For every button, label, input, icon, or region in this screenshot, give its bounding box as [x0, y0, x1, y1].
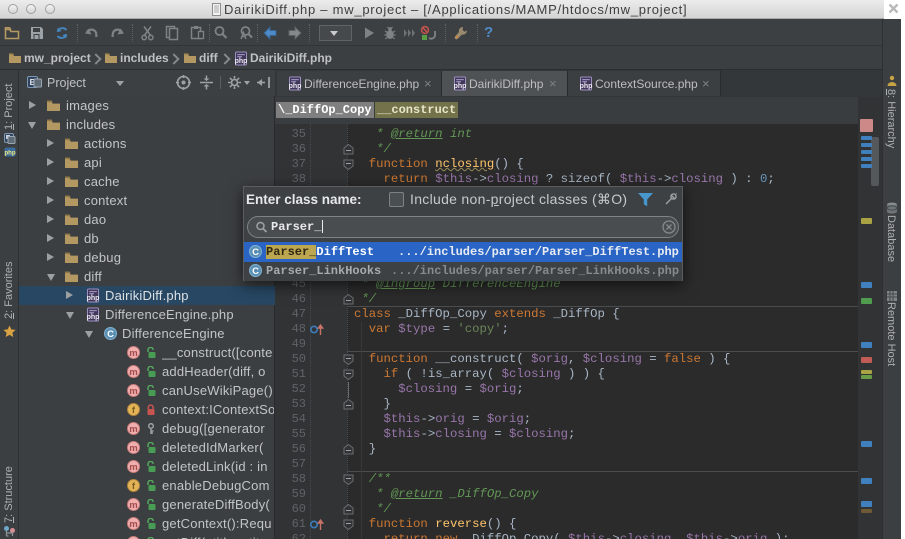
svg-text:php: php	[289, 83, 302, 90]
svg-text:php: php	[235, 58, 248, 65]
svg-text:php: php	[5, 151, 16, 157]
svg-text:php: php	[87, 295, 100, 302]
svg-text:php: php	[580, 83, 593, 90]
svg-text:php: php	[87, 314, 100, 321]
svg-text:php: php	[454, 83, 467, 90]
